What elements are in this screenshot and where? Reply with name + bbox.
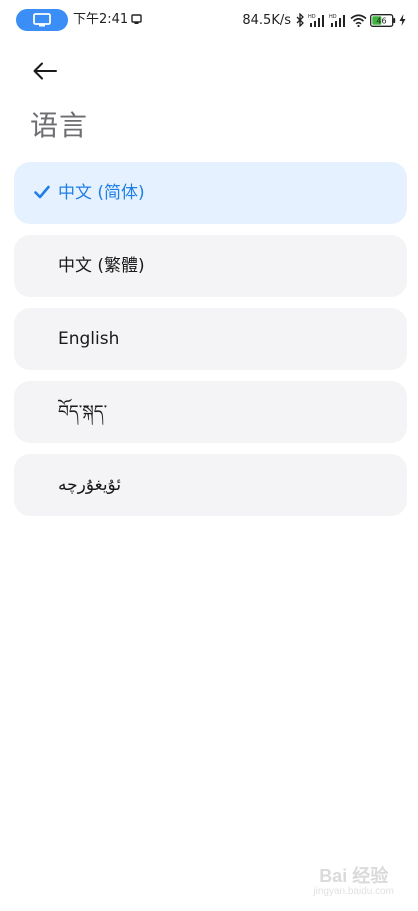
language-label: 中文 (繁體) bbox=[58, 256, 145, 276]
message-icon bbox=[131, 14, 142, 24]
language-label: English bbox=[58, 329, 120, 349]
watermark: Bai 经验 jingyan.baidu.com bbox=[313, 866, 394, 897]
watermark-text: Bai 经验 bbox=[319, 866, 389, 886]
language-label: 中文 (简体) bbox=[58, 183, 145, 203]
language-item-zh-hant[interactable]: 中文 (繁體) bbox=[14, 235, 407, 297]
signal-hd-icon: HD bbox=[308, 14, 324, 27]
back-button[interactable] bbox=[28, 57, 62, 85]
status-icons: 84.5K/s HD HD 46 bbox=[242, 10, 406, 30]
battery-level: 46 bbox=[376, 16, 386, 25]
screen-cast-indicator[interactable] bbox=[16, 9, 68, 31]
network-speed: 84.5K/s bbox=[242, 12, 291, 28]
language-label: བོད་སྐད་ bbox=[58, 402, 108, 422]
checkmark-icon bbox=[34, 185, 50, 199]
language-item-uyghur[interactable]: ئۇيغۇرچە bbox=[14, 454, 407, 516]
charging-icon bbox=[399, 14, 406, 26]
battery-icon: 46 bbox=[370, 13, 396, 27]
language-list: 中文 (简体) 中文 (繁體) English བོད་སྐད་ ئۇيغۇرچ… bbox=[14, 162, 407, 527]
svg-text:HD: HD bbox=[329, 14, 337, 20]
screen-cast-icon bbox=[33, 13, 51, 27]
arrow-left-icon bbox=[33, 62, 57, 80]
signal-hd-icon: HD bbox=[329, 14, 345, 27]
svg-text:HD: HD bbox=[308, 14, 316, 20]
language-item-tibetan[interactable]: བོད་སྐད་ bbox=[14, 381, 407, 443]
language-label: ئۇيغۇرچە bbox=[58, 475, 122, 495]
status-bar: 下午2:41 84.5K/s HD HD 46 bbox=[0, 0, 418, 40]
wifi-icon bbox=[350, 13, 367, 27]
watermark-sub: jingyan.baidu.com bbox=[313, 886, 394, 897]
page-title: 语言 bbox=[30, 109, 89, 142]
status-time: 下午2:41 bbox=[73, 12, 129, 27]
language-item-english[interactable]: English bbox=[14, 308, 407, 370]
bluetooth-icon bbox=[296, 13, 304, 27]
language-item-zh-hans[interactable]: 中文 (简体) bbox=[14, 162, 407, 224]
